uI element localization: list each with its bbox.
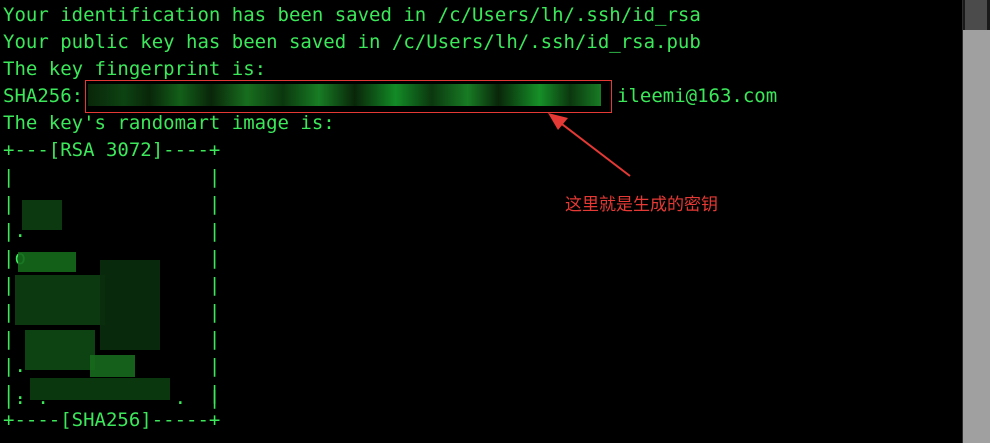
scrollbar-thumb[interactable] [965,0,987,30]
fingerprint-prefix: SHA256: [3,85,84,107]
fingerprint-highlight-box [85,80,612,113]
scrollbar-track[interactable] [963,30,990,443]
randomart-top-border: +---[RSA 3072]----+ [3,139,221,161]
randomart-redacted [15,275,105,325]
annotation-arrow-icon [548,113,631,177]
randomart-redacted [22,200,62,230]
terminal-line: The key fingerprint is: [3,58,267,80]
randomart-redacted [100,260,160,350]
annotation-label: 这里就是生成的密钥 [565,195,718,215]
randomart-redacted [90,355,135,377]
vertical-scrollbar[interactable] [962,0,990,443]
fingerprint-email: ileemi@163.com [617,85,778,107]
randomart-redacted [30,378,170,400]
terminal-line: The key's randomart image is: [3,112,335,134]
terminal-window[interactable]: Your identification has been saved in /c… [0,0,990,443]
terminal-line: Your public key has been saved in /c/Use… [3,31,701,53]
randomart-redacted [18,252,76,272]
terminal-line: Your identification has been saved in /c… [3,4,701,26]
randomart-bottom-border: +----[SHA256]-----+ [3,409,221,431]
randomart-row: | | [3,166,221,188]
randomart-redacted [25,330,95,370]
